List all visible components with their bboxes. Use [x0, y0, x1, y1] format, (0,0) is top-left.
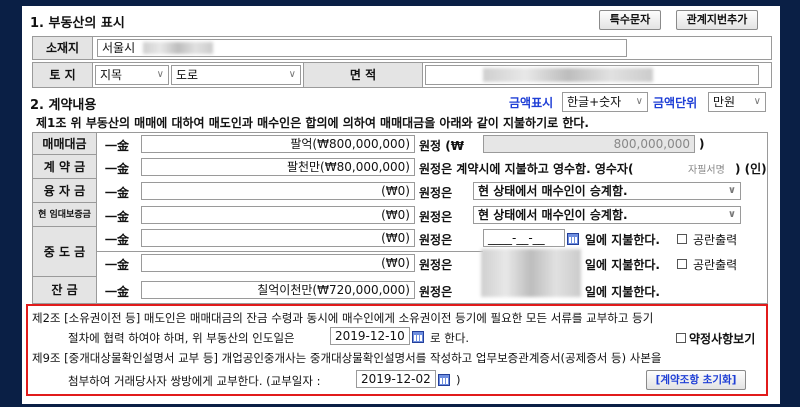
balance-won-text: 원정은 [419, 285, 453, 299]
middle1-blank-checkbox[interactable] [677, 232, 687, 246]
special-char-button[interactable]: 특수문자 [599, 10, 661, 30]
middle-divider [97, 251, 483, 252]
location-value: 서울시 [102, 41, 136, 55]
location-row: 소재지 서울시 [32, 36, 772, 60]
deposit-text: 원정은 계약시에 지불하고 영수함. 영수자( [419, 162, 634, 176]
signature-placeholder[interactable]: 자필서명 [688, 161, 725, 176]
chevron-down-icon: ∨ [727, 209, 736, 220]
lease-won-text: 원정은 [419, 210, 453, 224]
lease-option-value: 현 상태에서 매수인이 승계함. [478, 208, 628, 222]
special-terms-checkbox[interactable] [676, 331, 686, 345]
chevron-down-icon: ∨ [288, 69, 296, 80]
sale-numeric-field: 800,000,000 [483, 135, 695, 153]
chevron-down-icon: ∨ [727, 185, 736, 196]
amount-display-label: 금액표시 [509, 96, 554, 110]
middle-label: 중 도 금 [33, 227, 97, 277]
sale-prefix: 一金 [105, 139, 130, 153]
calendar-icon[interactable] [412, 330, 424, 344]
article1-text: 제1조 위 부동산의 매매에 대하여 매도인과 매수인은 합의에 의하여 매매대… [36, 116, 589, 130]
middle2-blank-label: 공란출력 [693, 258, 738, 272]
land-row: 토 지 지목 ∨ 도로 ∨ 면 적 [32, 62, 772, 88]
deposit-prefix: 一金 [105, 162, 130, 176]
deposit-amount-input[interactable]: 팔천만(₩80,000,000) [141, 158, 415, 176]
land-category-select[interactable]: 지목 ∨ [95, 65, 169, 85]
balance-label: 잔 금 [33, 277, 97, 303]
calendar-icon[interactable] [438, 373, 450, 387]
article2-line1: 제2조 [소유권이전 등] 매도인은 매매대금의 잔금 수령과 동시에 매수인에… [32, 311, 654, 325]
land-label: 토 지 [33, 63, 93, 87]
loan-label: 융 자 금 [33, 179, 97, 203]
loan-option-select[interactable]: 현 상태에서 매수인이 승계함. ∨ [473, 182, 741, 200]
article9-line2a: 첨부하여 거래당사자 쌍방에게 교부한다. (교부일자 : [68, 374, 321, 388]
middle1-date-input[interactable]: ____-__-__ [483, 229, 565, 247]
lease-prefix: 一金 [105, 210, 130, 224]
middle2-prefix: 一金 [105, 258, 130, 272]
payment-table: 매매대금 一金 팔억(₩800,000,000) 원정 (₩ 800,000,0… [32, 132, 768, 304]
redacted-area [483, 68, 653, 82]
sale-won-text: 원정 (₩ [419, 139, 464, 153]
loan-option-value: 현 상태에서 매수인이 승계함. [478, 184, 628, 198]
redacted-address [143, 42, 213, 54]
sale-label: 매매대금 [33, 133, 97, 155]
contract-form: 1. 부동산의 표시 특수문자 관계지번추가 소재지 서울시 토 지 지목 ∨ … [22, 6, 780, 404]
middle1-pay-text: 일에 지불한다. [585, 233, 660, 247]
deposit-text-end: ) (인) [735, 162, 767, 176]
article9-line1: 제9조 [중개대상물확인설명서 교부 등] 개업공인중개사는 중개대상물확인설명… [32, 351, 662, 365]
balance-pay-text: 일에 지불한다. [585, 285, 660, 299]
amount-unit-value: 만원 [713, 95, 736, 109]
amount-unit-select[interactable]: 만원 ∨ [708, 92, 766, 112]
loan-prefix: 一金 [105, 186, 130, 200]
chevron-down-icon: ∨ [635, 96, 643, 107]
special-terms-label: 약정사항보기 [689, 332, 756, 346]
middle1-won-text: 원정은 [419, 233, 453, 247]
middle1-blank-label: 공란출력 [693, 233, 738, 247]
handover-date-input[interactable]: 2019-12-10 [330, 327, 410, 345]
balance-prefix: 一金 [105, 285, 130, 299]
section1-title: 1. 부동산의 표시 [30, 16, 125, 31]
amount-display-select[interactable]: 한글+숫자 ∨ [562, 92, 648, 112]
land-use-select[interactable]: 도로 ∨ [171, 65, 301, 85]
land-category-value: 지목 [100, 68, 123, 82]
calendar-icon[interactable] [567, 232, 579, 246]
lease-label: 현 임대보증금 [33, 203, 97, 227]
location-label: 소재지 [33, 37, 93, 59]
add-related-lot-button[interactable]: 관계지번추가 [676, 10, 758, 30]
chevron-down-icon: ∨ [753, 96, 761, 107]
redacted-date [481, 249, 581, 297]
section2-title: 2. 계약내용 [30, 98, 97, 113]
loan-won-text: 원정은 [419, 186, 453, 200]
lease-option-select[interactable]: 현 상태에서 매수인이 승계함. ∨ [473, 206, 741, 224]
middle2-amount-input[interactable]: (₩0) [141, 254, 415, 272]
article2-line2a: 절차에 협력 하여야 하며, 위 부동산의 인도일은 [68, 331, 295, 345]
area-label: 면 적 [303, 63, 423, 87]
middle1-amount-input[interactable]: (₩0) [141, 229, 415, 247]
lease-amount-input[interactable]: (₩0) [141, 206, 415, 224]
deposit-label: 계 약 금 [33, 155, 97, 179]
middle2-blank-checkbox[interactable] [677, 257, 687, 271]
sale-amount-input[interactable]: 팔억(₩800,000,000) [141, 135, 415, 153]
balance-amount-input[interactable]: 칠억이천만(₩720,000,000) [141, 281, 415, 299]
amount-unit-label: 금액단위 [653, 96, 698, 110]
chevron-down-icon: ∨ [156, 69, 164, 80]
loan-amount-input[interactable]: (₩0) [141, 182, 415, 200]
middle2-won-text: 원정은 [419, 258, 453, 272]
sale-close-paren: ) [699, 137, 705, 151]
middle2-pay-text: 일에 지불한다. [585, 258, 660, 272]
article2-line2b: 로 한다. [430, 331, 470, 345]
article9-line2b: ) [456, 373, 461, 387]
middle1-prefix: 一金 [105, 233, 130, 247]
delivery-date-input[interactable]: 2019-12-02 [356, 370, 436, 388]
reset-terms-button[interactable]: [계약조항 초기화] [646, 370, 746, 390]
land-use-value: 도로 [176, 68, 199, 82]
amount-display-value: 한글+숫자 [567, 95, 622, 109]
